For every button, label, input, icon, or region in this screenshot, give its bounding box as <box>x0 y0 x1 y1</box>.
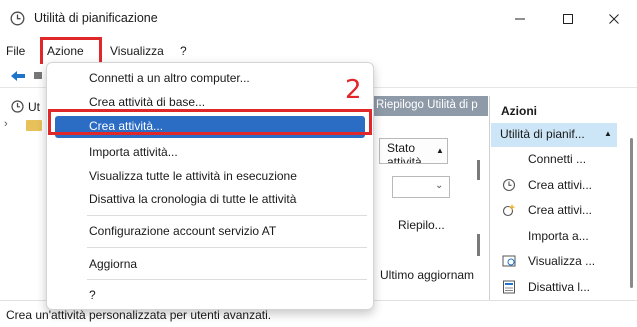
maximize-icon <box>563 14 573 24</box>
minimize-icon <box>515 18 525 20</box>
action-item[interactable]: Crea attivi... <box>490 200 620 222</box>
navigation-tree: Ut › <box>0 90 52 295</box>
action-label: Disattiva l... <box>528 280 591 294</box>
crea-attivita-highlight-box <box>48 109 372 135</box>
menu-item-label: Importa attività... <box>89 145 178 159</box>
tree-root-label[interactable]: Ut <box>28 100 40 114</box>
minimize-button[interactable] <box>497 4 543 34</box>
menu-item-label: Connetti a un altro computer... <box>89 71 250 85</box>
menu-visualizza[interactable]: Visualizza <box>110 44 164 58</box>
menu-item-configurazione-at[interactable]: Configurazione account servizio AT <box>47 221 373 243</box>
last-update-label: Ultimo aggiornam <box>380 268 475 282</box>
title-bar: Utilità di pianificazione <box>0 0 637 38</box>
pane-splitter[interactable] <box>477 234 480 256</box>
menu-help[interactable]: ? <box>180 44 187 58</box>
action-item[interactable]: Crea attivi... <box>490 175 620 197</box>
status-filter-select[interactable]: ⌄ <box>392 176 450 198</box>
action-label: Visualizza ... <box>528 254 596 268</box>
action-item[interactable]: Importa a... <box>490 226 620 248</box>
menu-item-label: ? <box>89 288 96 302</box>
menu-item-disattiva-cronologia[interactable]: Disattiva la cronologia di tutte le atti… <box>47 189 373 211</box>
chevron-right-icon[interactable]: › <box>4 118 8 130</box>
step-number-label: 2 <box>345 75 362 105</box>
create-task-icon <box>502 203 516 217</box>
scroll-thumb[interactable] <box>630 138 633 288</box>
action-item[interactable]: Visualizza ... <box>490 251 620 273</box>
menu-item-help[interactable]: ? <box>47 285 373 307</box>
clock-icon <box>10 11 25 26</box>
action-label: Importa a... <box>528 229 589 243</box>
close-button[interactable] <box>591 4 637 34</box>
status-text: Crea un'attività personalizzata per uten… <box>6 308 272 322</box>
menu-item-visualizza-esecuzione[interactable]: Visualizza tutte le attività in esecuzio… <box>47 166 373 188</box>
menu-item-label: Crea attività di base... <box>89 95 206 109</box>
menu-separator <box>87 215 367 216</box>
pane-splitter[interactable] <box>477 160 480 180</box>
riepilogo-label: Riepilo... <box>398 218 445 232</box>
menu-item-connetti[interactable]: Connetti a un altro computer... <box>47 68 373 90</box>
running-tasks-icon <box>502 254 516 268</box>
menu-item-importa[interactable]: Importa attività... <box>47 142 373 164</box>
actions-group-header[interactable]: Utilità di pianif... ▲ <box>491 123 617 147</box>
maximize-button[interactable] <box>545 4 591 34</box>
sort-up-icon: ▲ <box>436 146 444 155</box>
menu-separator <box>87 279 367 280</box>
azione-dropdown-menu: Connetti a un altro computer... Crea att… <box>46 62 374 310</box>
action-item[interactable]: Disattiva l... <box>490 277 620 299</box>
menu-item-label: Visualizza tutte le attività in esecuzio… <box>89 169 297 183</box>
summary-pane: Riepilogo Utilità di p Stato attività ▲ … <box>372 90 488 295</box>
action-label: Crea attivi... <box>528 178 593 192</box>
menu-separator <box>87 247 367 248</box>
menu-item-aggiorna[interactable]: Aggiorna <box>47 254 373 276</box>
stato-label: Stato attività <box>387 141 422 164</box>
forward-arrow-icon[interactable] <box>34 72 42 79</box>
actions-pane: Azioni Utilità di pianif... ▲ Connetti .… <box>489 96 637 301</box>
task-scheduler-node-icon <box>11 100 24 116</box>
action-item[interactable]: Connetti ... <box>490 149 620 171</box>
summary-header: Riepilogo Utilità di p <box>372 96 488 116</box>
folder-icon <box>26 120 42 131</box>
actions-group-label: Utilità di pianif... <box>500 127 585 141</box>
close-icon <box>609 14 619 24</box>
stato-attivita-button[interactable]: Stato attività ▲ <box>379 138 448 164</box>
create-basic-task-icon <box>502 178 516 192</box>
back-arrow-icon[interactable] <box>10 70 26 85</box>
window-title: Utilità di pianificazione <box>34 11 158 25</box>
chevron-down-icon: ⌄ <box>435 180 444 191</box>
menu-file[interactable]: File <box>6 44 25 58</box>
actions-scrollbar[interactable] <box>628 124 635 294</box>
action-label: Connetti ... <box>528 152 587 166</box>
actions-title: Azioni <box>501 104 537 118</box>
menu-item-label: Disattiva la cronologia di tutte le atti… <box>89 192 297 206</box>
collapse-up-icon: ▲ <box>604 129 612 138</box>
menu-item-label: Configurazione account servizio AT <box>89 224 277 238</box>
menu-item-label: Aggiorna <box>89 257 138 271</box>
disable-history-icon <box>502 280 516 294</box>
action-label: Crea attivi... <box>528 203 593 217</box>
